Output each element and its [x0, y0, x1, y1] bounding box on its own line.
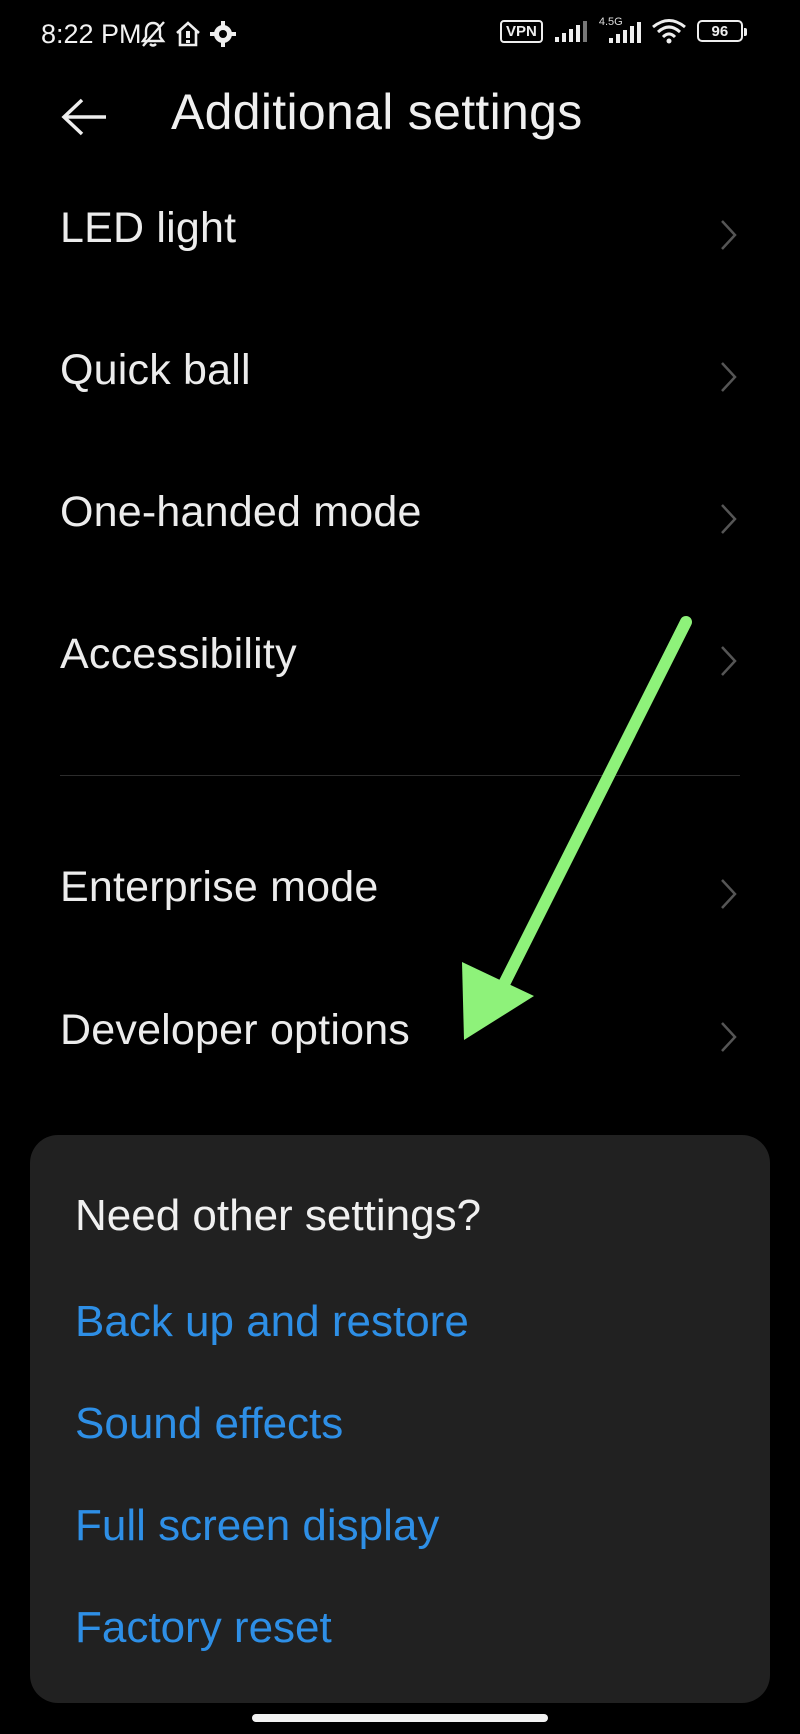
status-time: 8:22 PM — [41, 19, 142, 49]
status-bar: 8:22 PM VPN 4.5G 96 — [0, 0, 800, 70]
chevron-right-icon — [721, 646, 737, 676]
home-alert-icon — [176, 21, 200, 47]
battery-level: 96 — [711, 22, 729, 40]
menu-item-label: Quick ball — [60, 346, 251, 394]
menu-item-label: Enterprise mode — [60, 863, 379, 911]
battery-indicator: 96 — [696, 20, 747, 42]
menu-item-enterprise-mode[interactable]: Enterprise mode — [0, 836, 800, 946]
chevron-right-icon — [721, 504, 737, 534]
menu-item-led-light[interactable]: LED light — [0, 177, 800, 287]
menu-item-one-handed-mode[interactable]: One-handed mode — [0, 461, 800, 571]
other-settings-card: Need other settings? Back up and restore… — [30, 1135, 770, 1703]
header: Additional settings — [0, 70, 800, 160]
chevron-right-icon — [721, 1022, 737, 1052]
link-factory-reset[interactable]: Factory reset — [75, 1603, 332, 1653]
signal-icon — [554, 21, 587, 42]
status-icons-left — [140, 20, 236, 48]
menu-item-label: One-handed mode — [60, 488, 422, 536]
page-title: Additional settings — [171, 84, 583, 140]
chevron-right-icon — [721, 879, 737, 909]
menu-item-developer-options[interactable]: Developer options — [0, 979, 800, 1089]
menu-item-label: Accessibility — [60, 630, 297, 678]
bell-off-icon — [140, 21, 166, 47]
link-sound-effects[interactable]: Sound effects — [75, 1399, 343, 1449]
menu-item-label: LED light — [60, 204, 237, 252]
signal-4g-indicator: 4.5G — [597, 16, 641, 44]
link-full-screen-display[interactable]: Full screen display — [75, 1501, 439, 1551]
home-indicator[interactable] — [252, 1714, 548, 1722]
link-back-up-and-restore[interactable]: Back up and restore — [75, 1297, 469, 1347]
chevron-right-icon — [721, 362, 737, 392]
arrow-left-icon — [61, 98, 106, 136]
signal-icon-2 — [608, 22, 641, 43]
section-divider — [60, 775, 740, 776]
other-settings-title: Need other settings? — [75, 1191, 482, 1240]
chevron-right-icon — [721, 220, 737, 250]
gear-icon — [210, 21, 236, 47]
menu-item-accessibility[interactable]: Accessibility — [0, 603, 800, 713]
vpn-badge: VPN — [500, 19, 543, 43]
menu-item-label: Developer options — [60, 1006, 411, 1054]
menu-item-quick-ball[interactable]: Quick ball — [0, 319, 800, 429]
back-button[interactable] — [58, 92, 114, 142]
wifi-icon — [651, 19, 686, 44]
status-icons-right: VPN 4.5G 96 — [500, 16, 747, 44]
